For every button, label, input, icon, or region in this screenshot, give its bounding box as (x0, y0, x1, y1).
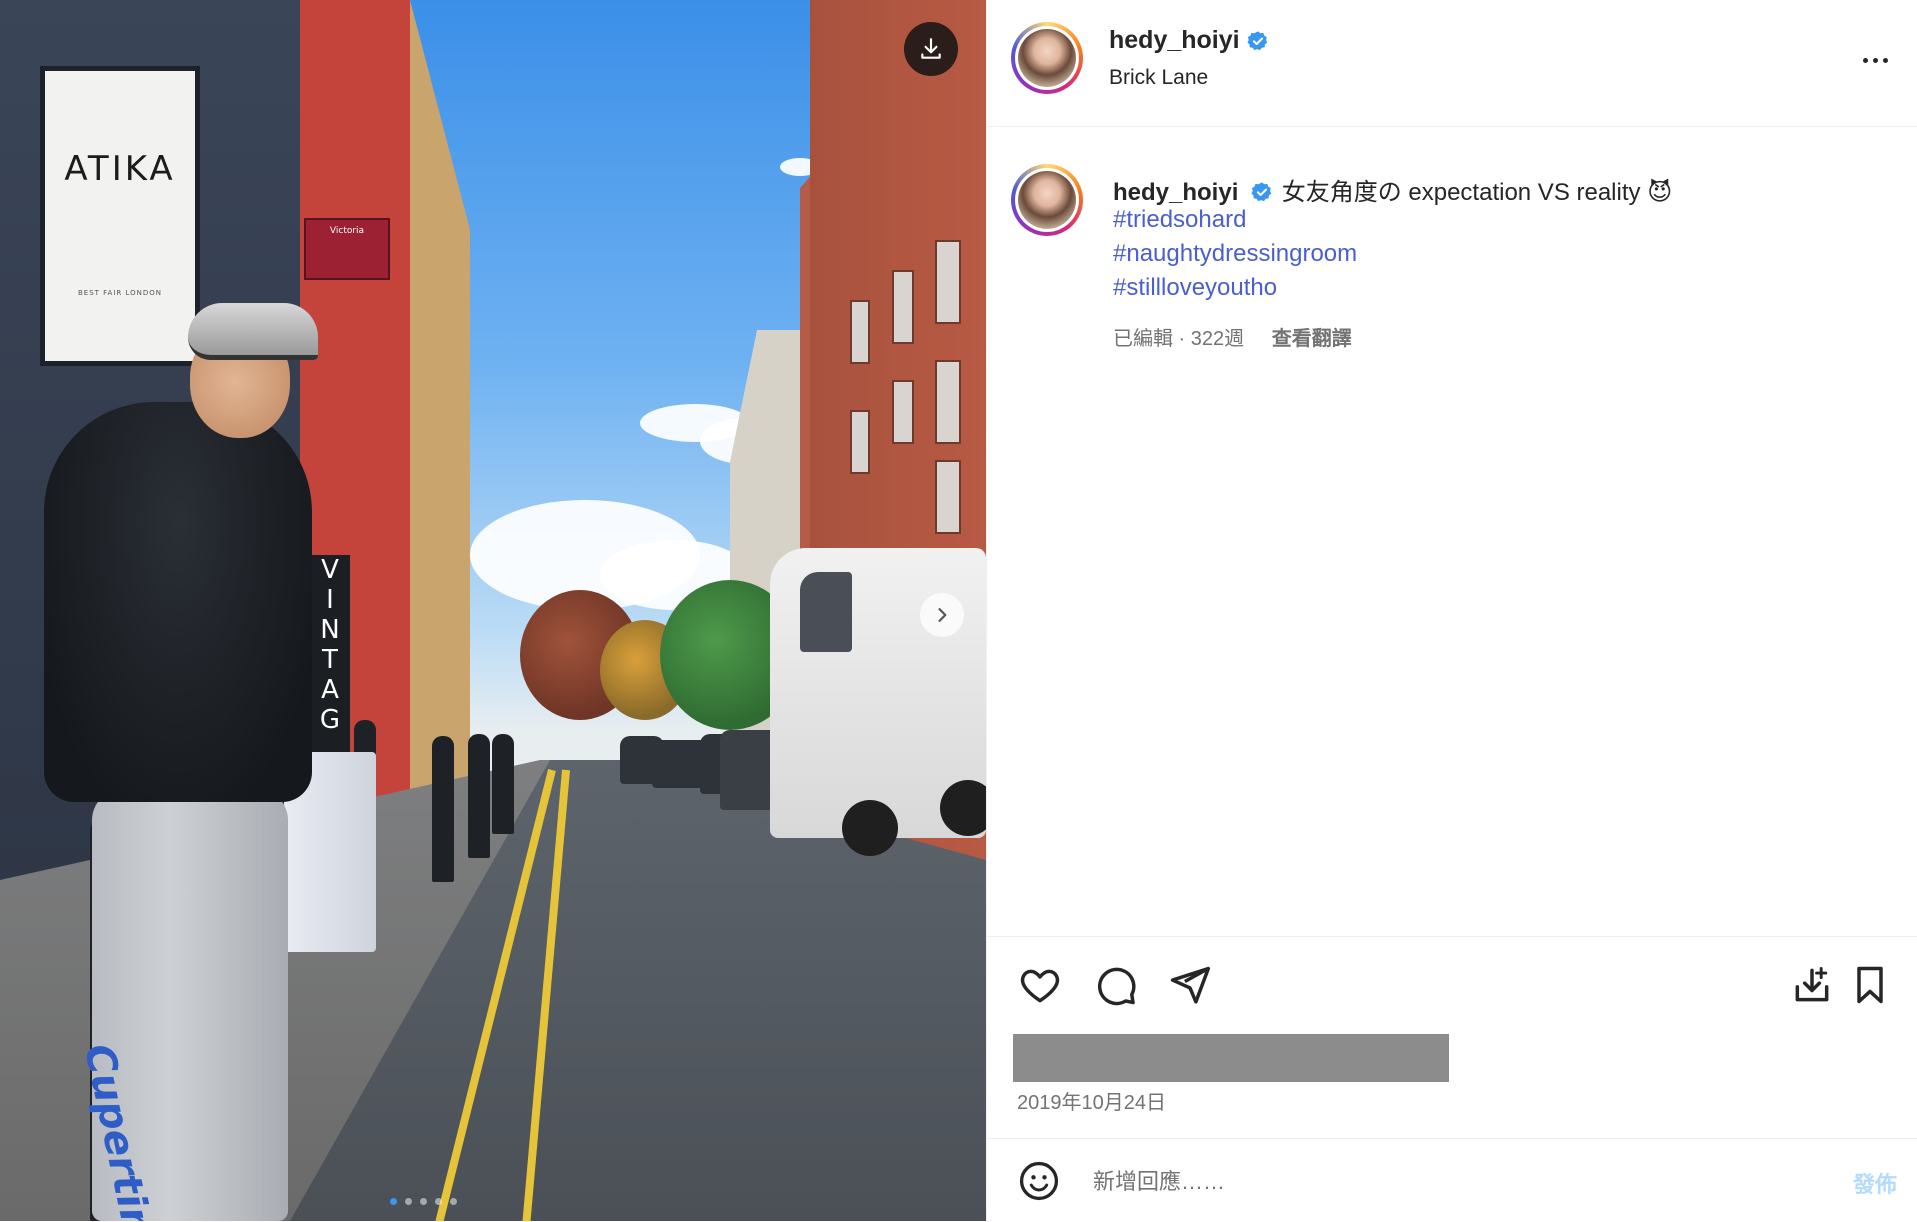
emoji-icon[interactable] (1017, 1159, 1061, 1203)
avatar[interactable] (1011, 22, 1083, 94)
bollard (468, 734, 490, 858)
post-header: hedy_hoiyi Brick Lane (987, 0, 1917, 127)
instagram-post-view: ATIKA BEST FAIR LONDON Victoria V I N T … (0, 0, 1917, 1221)
shop-sign-name: ATIKA (64, 149, 176, 189)
caption: hedy_hoiyi 女友角度の expectation VS reality … (987, 126, 1917, 936)
comment-icon[interactable] (1093, 963, 1139, 1007)
heart-icon[interactable] (1017, 963, 1063, 1007)
van-window (800, 572, 852, 652)
carousel-dot (420, 1198, 427, 1205)
save-image-icon[interactable] (1789, 963, 1835, 1007)
vintage-letter: A (321, 675, 339, 705)
red-shop-sign: Victoria (304, 218, 390, 280)
likes-count-redacted (1013, 1034, 1449, 1082)
building (410, 0, 470, 820)
comment-input[interactable] (1091, 1163, 1775, 1201)
vintage-letter: V (321, 555, 339, 585)
window (935, 460, 961, 534)
edited-age: 已編輯 · 322週 (1113, 328, 1245, 350)
download-button[interactable] (904, 22, 958, 76)
caption-first-line: hedy_hoiyi 女友角度の expectation VS reality … (1113, 172, 1672, 207)
carousel-next-button[interactable] (920, 593, 964, 637)
devil-emoji: 😈 (1647, 179, 1673, 206)
carousel-dots (390, 1198, 457, 1205)
vintage-letter: I (326, 585, 334, 615)
carousel-dot (450, 1198, 457, 1205)
hashtag-link[interactable]: #naughtydressingroom (1113, 240, 1357, 268)
avatar-image (1018, 171, 1076, 229)
avatar-frame (1015, 168, 1079, 232)
verified-badge-icon (1251, 182, 1272, 202)
caption-username-link[interactable]: hedy_hoiyi (1113, 179, 1238, 206)
post-photo[interactable]: ATIKA BEST FAIR LONDON Victoria V I N T … (0, 0, 986, 1221)
post-side-panel: hedy_hoiyi Brick Lane hedy_hoiyi 女友角度の e… (986, 0, 1917, 1221)
caption-avatar[interactable] (1011, 164, 1083, 236)
avatar-frame (1015, 26, 1079, 90)
window (850, 300, 870, 364)
person-jacket (44, 402, 312, 802)
bollard (492, 734, 514, 834)
caption-text: 女友角度の expectation VS reality (1281, 179, 1641, 206)
person-cap (188, 303, 318, 360)
vintage-letter: G (319, 705, 341, 735)
more-options-icon (1872, 57, 1878, 63)
send-icon[interactable] (1167, 963, 1213, 1007)
chevron-right-icon (938, 608, 947, 622)
hashtag-link[interactable]: #triedsohard (1113, 206, 1246, 234)
vintage-letter: T (322, 645, 338, 675)
shop-sign: ATIKA BEST FAIR LONDON (40, 66, 200, 366)
username-link[interactable]: hedy_hoiyi (1109, 26, 1240, 55)
location-link[interactable]: Brick Lane (1109, 66, 1208, 90)
verified-badge-icon (1247, 31, 1268, 51)
more-options-icon (1862, 57, 1868, 63)
shop-sign-subtext: BEST FAIR LONDON (77, 289, 163, 297)
more-options-button[interactable] (1855, 48, 1895, 72)
window (892, 380, 914, 444)
post-date: 2019年10月24日 (1017, 1092, 1166, 1114)
download-icon (921, 38, 941, 59)
vintage-sign: V I N T A G (310, 555, 350, 765)
window (935, 240, 961, 324)
window (850, 410, 870, 474)
bollard (432, 736, 454, 882)
action-bar (987, 936, 1917, 1017)
window (892, 270, 914, 344)
more-options-icon (1882, 57, 1888, 63)
see-translation-button[interactable]: 查看翻譯 (1272, 328, 1352, 350)
caption-meta: 已編輯 · 322週 查看翻譯 (1113, 322, 1352, 351)
vintage-letter: N (320, 615, 340, 645)
hashtag-link[interactable]: #stillloveyoutho (1113, 274, 1277, 302)
carousel-dot (390, 1198, 397, 1205)
van-wheel (842, 800, 898, 856)
comment-bar: 發佈 (987, 1138, 1917, 1222)
bookmark-icon[interactable] (1847, 963, 1893, 1007)
carousel-dot (405, 1198, 412, 1205)
carousel-dot (435, 1198, 442, 1205)
post-comment-button[interactable]: 發佈 (1853, 1167, 1897, 1199)
avatar-image (1018, 29, 1076, 87)
window (935, 360, 961, 444)
